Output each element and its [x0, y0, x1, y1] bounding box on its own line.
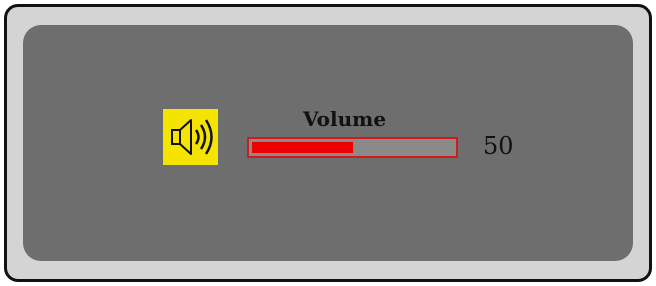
osd-panel: Volume 50	[23, 25, 633, 261]
osd-window: Volume 50	[4, 4, 652, 282]
volume-label: Volume	[303, 107, 387, 131]
volume-level-fill	[252, 142, 353, 153]
volume-value: 50	[483, 132, 514, 160]
volume-slider[interactable]	[247, 137, 458, 158]
speaker-icon	[163, 109, 218, 165]
